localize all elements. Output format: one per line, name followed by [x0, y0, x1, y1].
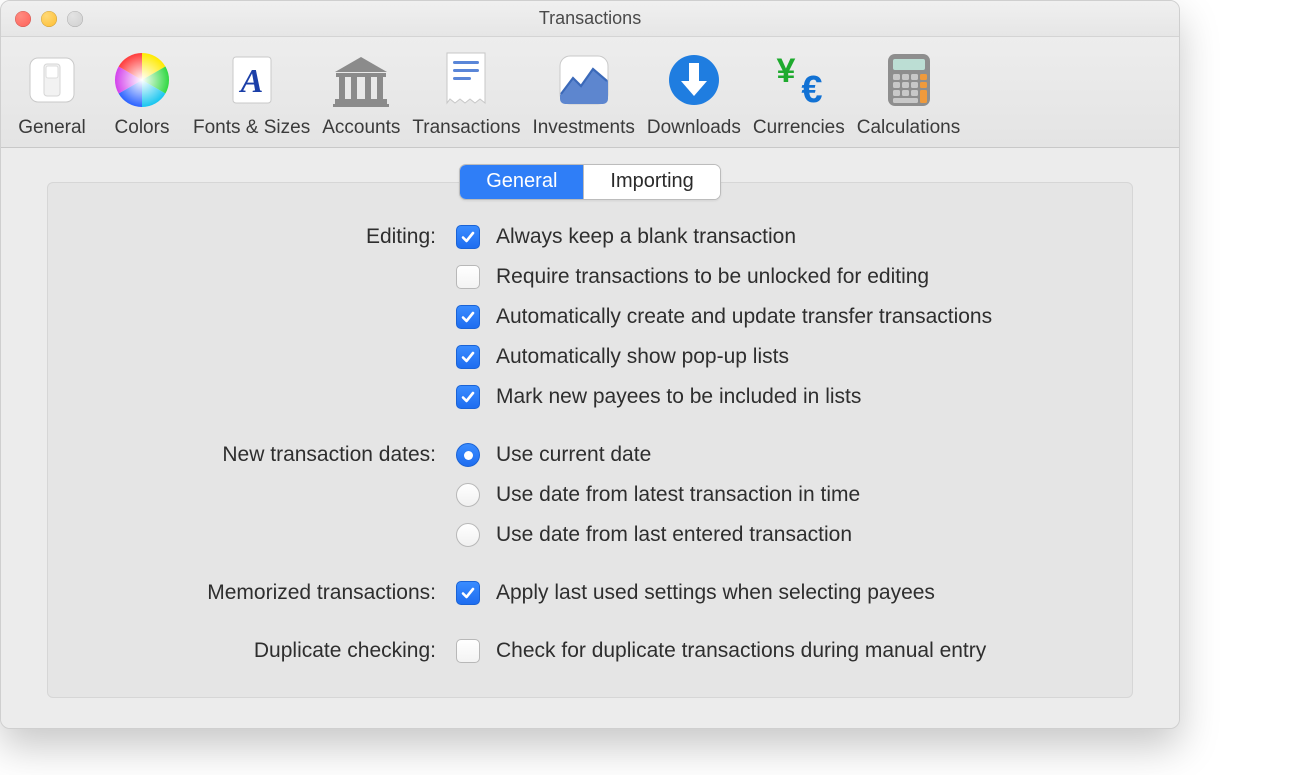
checkbox-auto-popup[interactable] — [456, 345, 480, 369]
option-label: Use date from last entered transaction — [496, 523, 1092, 547]
toolbar-item-transactions[interactable]: Transactions — [406, 43, 526, 139]
label-editing: Editing: — [366, 225, 440, 249]
receipt-icon — [439, 49, 493, 116]
checkbox-apply-last-used[interactable] — [456, 581, 480, 605]
svg-text:¥: ¥ — [776, 52, 795, 90]
zoom-window-button[interactable] — [67, 11, 83, 27]
toolbar-label: Downloads — [647, 117, 741, 139]
preferences-window: Transactions General — [0, 0, 1180, 729]
download-icon — [665, 51, 723, 114]
toolbar-label: Colors — [115, 117, 170, 139]
toolbar-label: Investments — [532, 117, 634, 139]
traffic-lights — [15, 11, 83, 27]
bank-icon — [329, 50, 393, 115]
checkbox-duplicate-check[interactable] — [456, 639, 480, 663]
toolbar-item-calculations[interactable]: Calculations — [851, 43, 967, 139]
toolbar-label: Calculations — [857, 117, 961, 139]
option-label: Automatically create and update transfer… — [496, 305, 1092, 329]
toolbar-item-investments[interactable]: Investments — [526, 43, 640, 139]
window-title: Transactions — [539, 8, 641, 29]
toolbar-label: Fonts & Sizes — [193, 117, 310, 139]
close-window-button[interactable] — [15, 11, 31, 27]
toolbar-label: General — [18, 117, 86, 139]
option-label: Check for duplicate transactions during … — [496, 639, 1092, 663]
switch-icon — [22, 50, 82, 115]
tab-segmented-control: General Importing — [459, 164, 721, 200]
option-label: Always keep a blank transaction — [496, 225, 1092, 249]
checkbox-mark-payees[interactable] — [456, 385, 480, 409]
label-dates: New transaction dates: — [222, 443, 440, 467]
tab-general[interactable]: General — [460, 165, 583, 199]
group-memorized: Memorized transactions: Apply last used … — [88, 573, 1092, 613]
svg-text:A: A — [238, 63, 263, 100]
titlebar: Transactions — [1, 1, 1179, 37]
option-label: Mark new payees to be included in lists — [496, 385, 1092, 409]
toolbar-item-colors[interactable]: Colors — [97, 43, 187, 139]
toolbar-item-general[interactable]: General — [7, 43, 97, 139]
preferences-toolbar: General — [1, 37, 1179, 148]
label-memorized: Memorized transactions: — [207, 581, 440, 605]
currency-icon: ¥ € — [766, 52, 832, 113]
checkbox-auto-transfer[interactable] — [456, 305, 480, 329]
toolbar-item-currencies[interactable]: ¥ € Currencies — [747, 43, 851, 139]
toolbar-item-accounts[interactable]: Accounts — [316, 43, 406, 139]
option-label: Apply last used settings when selecting … — [496, 581, 1092, 605]
option-label: Use current date — [496, 443, 1092, 467]
group-editing: Editing: Always keep a blank transaction… — [88, 217, 1092, 417]
group-dates: New transaction dates: Use current date … — [88, 435, 1092, 555]
checkbox-require-unlock[interactable] — [456, 265, 480, 289]
option-label: Require transactions to be unlocked for … — [496, 265, 1092, 289]
radio-latest-transaction[interactable] — [456, 483, 480, 507]
radio-current-date[interactable] — [456, 443, 480, 467]
tab-importing[interactable]: Importing — [583, 165, 719, 199]
toolbar-item-fonts[interactable]: A Fonts & Sizes — [187, 43, 316, 139]
option-label: Use date from latest transaction in time — [496, 483, 1092, 507]
label-duplicate: Duplicate checking: — [254, 639, 440, 663]
toolbar-label: Accounts — [322, 117, 400, 139]
radio-last-entered[interactable] — [456, 523, 480, 547]
checkbox-keep-blank[interactable] — [456, 225, 480, 249]
svg-text:€: € — [801, 69, 822, 108]
font-icon: A — [222, 50, 282, 115]
content-area: General Importing Editing: Always keep a… — [1, 148, 1179, 728]
toolbar-item-downloads[interactable]: Downloads — [641, 43, 747, 139]
toolbar-label: Currencies — [753, 117, 845, 139]
calculator-icon — [883, 50, 935, 115]
option-label: Automatically show pop-up lists — [496, 345, 1092, 369]
chart-icon — [555, 51, 613, 114]
group-duplicate: Duplicate checking: Check for duplicate … — [88, 631, 1092, 671]
color-wheel-icon — [111, 49, 173, 116]
minimize-window-button[interactable] — [41, 11, 57, 27]
settings-panel: General Importing Editing: Always keep a… — [47, 182, 1133, 698]
toolbar-label: Transactions — [412, 117, 520, 139]
